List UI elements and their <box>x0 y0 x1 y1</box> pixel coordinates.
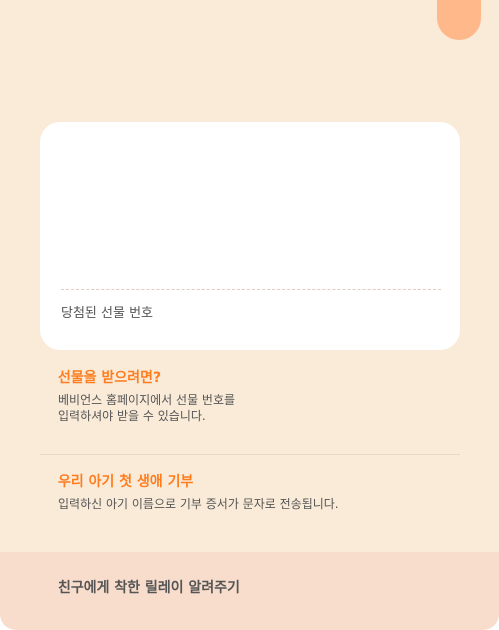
how-to-receive-description: 베비언스 홈페이지에서 선물 번호를 입력하셔야 받을 수 있습니다. <box>58 393 236 423</box>
dashed-divider <box>61 289 441 290</box>
corner-tab-decoration <box>437 0 481 40</box>
how-to-receive-title: 선물을 받으려면? <box>58 370 162 386</box>
donation-title: 우리 아기 첫 생애 기부 <box>58 474 194 490</box>
donation-section: 우리 아기 첫 생애 기부 입력하신 아기 이름으로 기부 증서가 문자로 전송… <box>58 472 339 512</box>
share-relay-label: 친구에게 착한 릴레이 알려주기 <box>58 580 241 596</box>
gift-card-visual-area <box>40 122 460 288</box>
gift-page: 당첨된 선물 번호 선물을 받으려면? 베비언스 홈페이지에서 선물 번호를 입… <box>0 0 499 630</box>
section-divider <box>40 454 460 455</box>
gift-number-card: 당첨된 선물 번호 <box>40 122 460 350</box>
gift-number-label: 당첨된 선물 번호 <box>61 306 153 321</box>
share-relay-button[interactable]: 친구에게 착한 릴레이 알려주기 <box>0 552 499 630</box>
how-to-receive-section: 선물을 받으려면? 베비언스 홈페이지에서 선물 번호를 입력하셔야 받을 수 … <box>58 368 235 424</box>
donation-description: 입력하신 아기 이름으로 기부 증서가 문자로 전송됩니다. <box>58 497 339 511</box>
